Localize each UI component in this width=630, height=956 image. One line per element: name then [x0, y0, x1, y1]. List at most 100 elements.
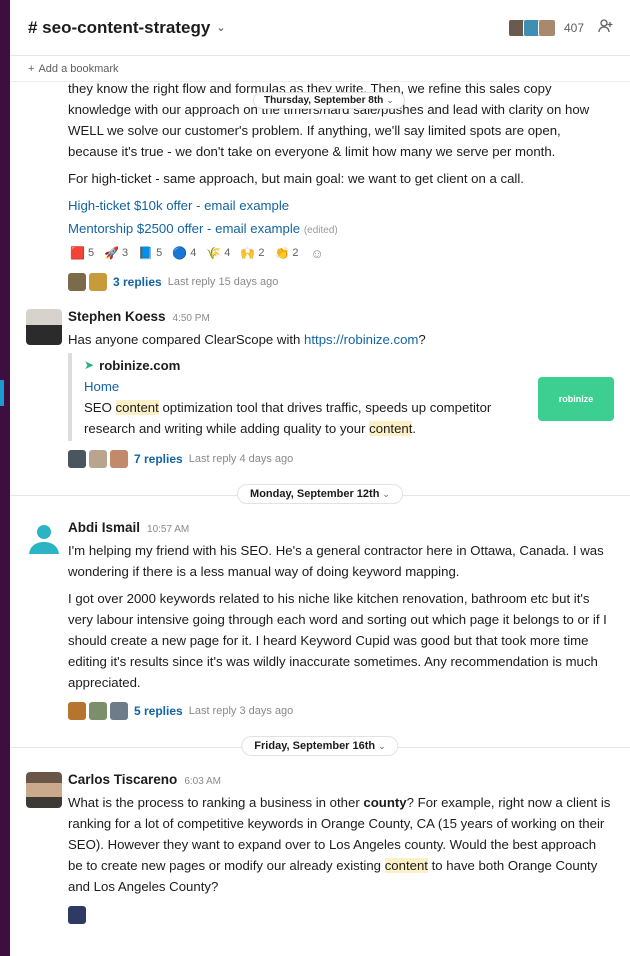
preview-title[interactable]: Home	[84, 376, 514, 397]
email-example-link[interactable]: Mentorship $2500 offer - email example	[68, 221, 300, 236]
message: Carlos Tiscareno 6:03 AM What is the pro…	[10, 769, 630, 927]
preview-text: SEO	[84, 400, 116, 415]
add-user-icon[interactable]	[598, 18, 614, 38]
search-highlight: content	[384, 858, 428, 873]
member-avatars[interactable]	[507, 18, 556, 37]
replies-link[interactable]: 7 replies	[134, 449, 183, 470]
add-reaction-icon[interactable]: ☺	[311, 243, 324, 264]
reaction[interactable]: 🙌 2	[238, 243, 266, 264]
avatar	[68, 702, 86, 720]
timestamp[interactable]: 6:03 AM	[184, 771, 221, 792]
author-name[interactable]: Abdi Ismail	[68, 517, 140, 538]
preview-site-name: robinize.com	[99, 358, 181, 373]
reaction-emoji: 🙌	[240, 246, 256, 260]
avatar[interactable]	[26, 520, 62, 556]
date-pill[interactable]: Monday, September 12th ⌄	[237, 484, 403, 504]
chevron-down-icon: ⌄	[216, 22, 226, 34]
add-bookmark-label: Add a bookmark	[38, 62, 119, 75]
unread-indicator	[0, 380, 4, 406]
timestamp[interactable]: 10:57 AM	[147, 519, 189, 540]
search-match: county	[363, 795, 407, 810]
reaction-emoji: 🚀	[104, 246, 120, 260]
message-text: Has anyone compared ClearScope with	[68, 332, 305, 347]
reaction-emoji: 🟥	[70, 246, 85, 260]
thumbnail-logo-text: robinize	[558, 393, 594, 404]
message-text: ?	[418, 332, 426, 347]
chevron-down-icon: ⌄	[378, 741, 386, 751]
floating-date-pill[interactable]: Thursday, September 8th ⌄	[253, 92, 405, 109]
message: Abdi Ismail 10:57 AM I'm helping my frie…	[10, 517, 630, 723]
replies-link[interactable]: 5 replies	[134, 701, 183, 722]
reaction[interactable]: 🔵 4	[170, 243, 198, 264]
thread-summary[interactable]	[68, 903, 614, 927]
avatar	[68, 450, 86, 468]
last-reply-time: Last reply 3 days ago	[188, 704, 294, 717]
robinize-link[interactable]: https://robinize.com	[304, 332, 418, 347]
channel-name: # seo-content-strategy	[28, 17, 211, 37]
reaction[interactable]: 🚀 3	[102, 243, 130, 264]
avatar	[89, 450, 107, 468]
reaction-emoji: 📘	[138, 246, 154, 260]
message-feed: they know the right flow and formulas as…	[10, 78, 630, 927]
chevron-down-icon: ⌄	[386, 95, 394, 105]
floating-date-label: Thursday, September 8th	[264, 95, 384, 106]
last-reply-time: Last reply 4 days ago	[188, 452, 294, 465]
timestamp[interactable]: 4:50 PM	[173, 308, 210, 329]
thread-summary[interactable]: 5 replies Last reply 3 days ago	[68, 699, 614, 723]
reaction[interactable]: 🌾 4	[204, 243, 232, 264]
avatar	[68, 906, 86, 924]
message-text: I got over 2000 keywords related to his …	[68, 591, 607, 690]
channel-name-button[interactable]: # seo-content-strategy ⌄	[28, 18, 226, 38]
reaction[interactable]: 📘 5	[136, 243, 164, 264]
avatar	[68, 273, 86, 291]
author-name[interactable]: Stephen Koess	[68, 306, 166, 327]
date-divider: Monday, September 12th ⌄	[10, 479, 630, 511]
member-count[interactable]: 407	[564, 21, 584, 35]
avatar	[89, 273, 107, 291]
avatar	[89, 702, 107, 720]
message-text: For high-ticket - same approach, but mai…	[68, 171, 524, 186]
reaction[interactable]: 👏 2	[272, 243, 300, 264]
author-name[interactable]: Carlos Tiscareno	[68, 769, 177, 790]
preview-description: SEO content optimization tool that drive…	[84, 397, 514, 439]
avatar	[110, 702, 128, 720]
thread-summary[interactable]: 7 replies Last reply 4 days ago	[68, 447, 614, 471]
thread-summary[interactable]: 3 replies Last reply 15 days ago	[68, 270, 614, 294]
reaction[interactable]: 🟥 5	[68, 243, 96, 264]
last-reply-time: Last reply 15 days ago	[167, 275, 279, 288]
date-divider: Friday, September 16th ⌄	[10, 731, 630, 763]
avatar[interactable]	[26, 309, 62, 345]
message-continuation: they know the right flow and formulas as…	[10, 78, 630, 294]
reaction-count: 4	[224, 247, 231, 259]
reaction-count: 5	[156, 247, 163, 259]
message-text: What is the process to ranking a busines…	[68, 795, 364, 810]
reaction-count: 2	[292, 247, 299, 259]
avatar	[110, 450, 128, 468]
chevron-down-icon: ⌄	[382, 489, 390, 499]
message: Stephen Koess 4:50 PM Has anyone compare…	[10, 306, 630, 471]
site-favicon-icon: ➤	[84, 358, 95, 372]
link-preview: ➤ robinize.com Home SEO content optimizat…	[68, 353, 614, 441]
date-pill[interactable]: Friday, September 16th ⌄	[241, 736, 399, 756]
avatar	[537, 18, 556, 37]
reactions-bar: 🟥 5 🚀 3 📘 5 🔵 4 🌾 4 🙌 2 👏 2 ☺	[68, 243, 614, 264]
date-label: Friday, September 16th	[254, 740, 376, 752]
message-text: I'm helping my friend with his SEO. He's…	[68, 543, 604, 579]
reaction-emoji: 🔵	[172, 246, 188, 260]
reaction-count: 3	[122, 247, 129, 259]
reaction-count: 5	[87, 247, 95, 259]
reaction-count: 4	[190, 247, 197, 259]
preview-text: .	[412, 421, 417, 436]
reaction-emoji: 🌾	[206, 246, 222, 260]
workspace-sidebar-edge	[0, 0, 10, 956]
reaction-emoji: 👏	[274, 246, 290, 260]
email-example-link[interactable]: High-ticket $10k offer - email example	[68, 198, 289, 213]
plus-icon: +	[28, 62, 35, 75]
avatar[interactable]	[26, 772, 62, 808]
replies-link[interactable]: 3 replies	[113, 272, 162, 293]
search-highlight: content	[369, 421, 413, 436]
preview-thumbnail[interactable]: robinize	[538, 377, 614, 421]
message-text: they know the right flow and formulas as…	[68, 81, 590, 159]
channel-view: # seo-content-strategy ⌄ 407 + Add a boo…	[10, 0, 630, 956]
search-highlight: content	[115, 400, 159, 415]
